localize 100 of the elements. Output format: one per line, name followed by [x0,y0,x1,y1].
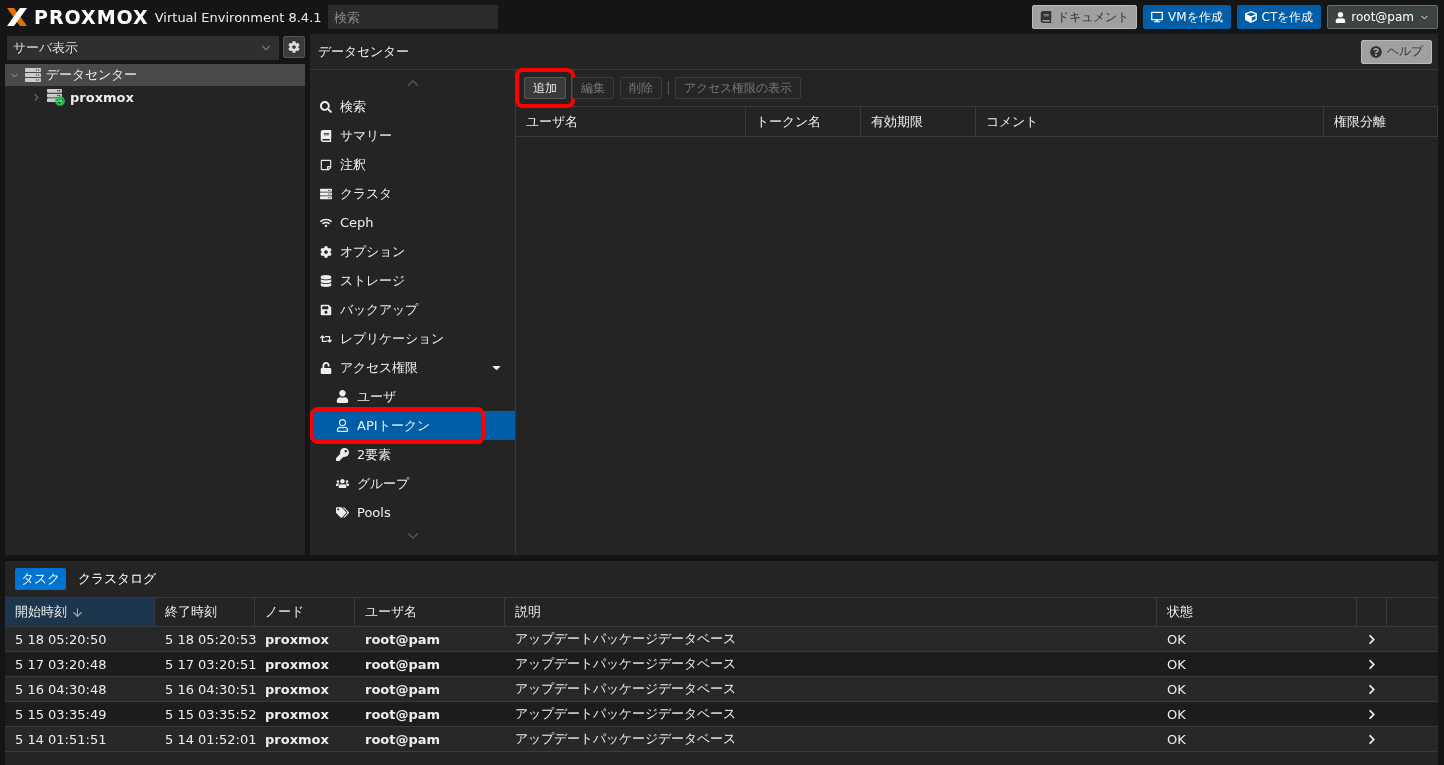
user-icon [336,390,349,403]
user-menu-button[interactable]: root@pam [1327,5,1438,29]
database-icon [320,274,332,287]
server-online-icon [47,88,65,106]
table-cell-text: 5 18 05:20:53 [164,630,255,649]
nav-item[interactable]: Pools [310,498,515,527]
chevron-right-icon[interactable] [1367,733,1377,745]
panel-title: データセンター [318,42,409,61]
tab[interactable]: クラスタログ [72,568,162,590]
table-cell-text: アップデートパッケージデータベース [514,680,737,698]
sort-descending-icon [71,605,84,619]
column-header[interactable]: 権限分離 [1324,107,1438,136]
table-cell-text: 5 15 03:35:49 [14,705,108,724]
book-icon [320,129,332,142]
cycle-arrows-icon [320,332,332,345]
table-cell-text: 5 16 04:30:51 [164,680,255,699]
settings-button[interactable] [283,36,305,58]
table-cell-text: 5 16 04:30:48 [14,680,108,699]
tree-item[interactable]: データセンター [5,64,305,86]
table-cell-text: アップデートパッケージデータベース [514,630,737,648]
chevron-right-icon[interactable] [1367,708,1377,720]
note-icon [320,158,332,171]
table-cell-text: root@pam [364,730,442,749]
table-cell-text: アップデートパッケージデータベース [514,655,737,673]
column-header[interactable]: トークン名 [746,107,861,136]
nav-item[interactable]: ユーザ [310,382,515,411]
search-icon [320,100,332,113]
server-icon [320,187,332,200]
table-cell-text: OK [1166,680,1187,699]
nav-item[interactable]: 2要素 [310,440,515,469]
nav-item[interactable]: 注釈 [310,150,515,179]
cube-icon [1244,11,1257,23]
table-cell-text: root@pam [364,680,442,699]
chevron-right-icon[interactable] [1367,658,1377,670]
nav-item[interactable]: Ceph [310,208,515,237]
table-cell-text: proxmox [264,680,330,699]
table-cell-text: 5 14 01:52:01 [164,730,255,749]
column-header[interactable]: ユーザ名 [355,598,505,626]
header-button[interactable]: ドキュメント [1032,5,1137,29]
column-header[interactable]: 状態 [1157,598,1357,626]
table-cell-text: proxmox [264,630,330,649]
nav-item[interactable]: クラスタ [310,179,515,208]
table-cell-text: proxmox [264,655,330,674]
column-header[interactable]: 有効期限 [861,107,976,136]
table-cell-text: OK [1166,655,1187,674]
nav-item[interactable]: バックアップ [310,295,515,324]
table-cell-text: 5 17 03:20:51 [164,655,255,674]
chevron-right-icon[interactable] [1367,633,1377,645]
table-cell-text: proxmox [264,705,330,724]
table-cell-text: root@pam [364,630,442,649]
nav-item[interactable]: オプション [310,237,515,266]
nav-item[interactable]: アクセス権限 [310,353,515,382]
help-icon [1370,45,1382,58]
table-cell-text: アップデートパッケージデータベース [514,705,737,723]
table-cell-text: アップデートパッケージデータベース [514,730,737,748]
table-cell-text: root@pam [364,705,442,724]
tab[interactable]: タスク [15,568,66,590]
book-icon [1040,11,1052,23]
header-button[interactable]: CTを作成 [1236,5,1322,29]
table-cell-text: 5 15 03:35:52 [164,705,255,724]
column-header[interactable]: コメント [976,107,1324,136]
column-header[interactable]: 終了時刻 [155,598,255,626]
table-cell-text: OK [1166,705,1187,724]
column-header[interactable]: 説明 [505,598,1157,626]
table-cell-text: OK [1166,730,1187,749]
nav-item[interactable]: グループ [310,469,515,498]
chevron-right-icon[interactable] [1367,683,1377,695]
table-cell-text: 5 14 01:51:51 [14,730,108,749]
view-select[interactable]: サーバ表示 [7,36,279,60]
help-button[interactable]: ヘルプ [1361,39,1432,64]
table-cell-text: OK [1166,630,1187,649]
user-icon [1335,11,1347,23]
monitor-icon [1151,11,1163,23]
table-cell-text: 5 17 03:20:48 [14,655,108,674]
search-field[interactable]: 検索 [327,5,498,29]
nav-item[interactable]: 検索 [310,92,515,121]
brand-logo: PROXMOX [34,6,149,28]
settings-icon [288,41,300,53]
tree-item[interactable]: proxmox [5,86,305,108]
nav-item[interactable]: ストレージ [310,266,515,295]
user-outline-icon [336,419,349,432]
key-icon [336,448,349,461]
nav-item[interactable]: レプリケーション [310,324,515,353]
users-icon [336,477,349,490]
tags-icon [336,506,349,519]
server-icon [25,67,41,83]
table-cell-text: root@pam [364,655,442,674]
nav-item[interactable]: サマリー [310,121,515,150]
header-button[interactable]: VMを作成 [1143,5,1231,29]
table-cell-text: proxmox [264,730,330,749]
table-cell-text: 5 18 05:20:50 [14,630,108,649]
column-header[interactable]: 開始時刻 [5,598,155,626]
toolbar-button[interactable]: 追加 [524,77,566,99]
settings-icon [320,245,332,258]
unlocked-padlock-icon [320,361,332,374]
column-header[interactable]: ユーザ名 [516,107,746,136]
x-logo-icon [6,7,28,27]
column-header[interactable]: ノード [255,598,355,626]
signal-icon [320,216,332,229]
product-version: Virtual Environment 8.4.1 [154,9,322,25]
